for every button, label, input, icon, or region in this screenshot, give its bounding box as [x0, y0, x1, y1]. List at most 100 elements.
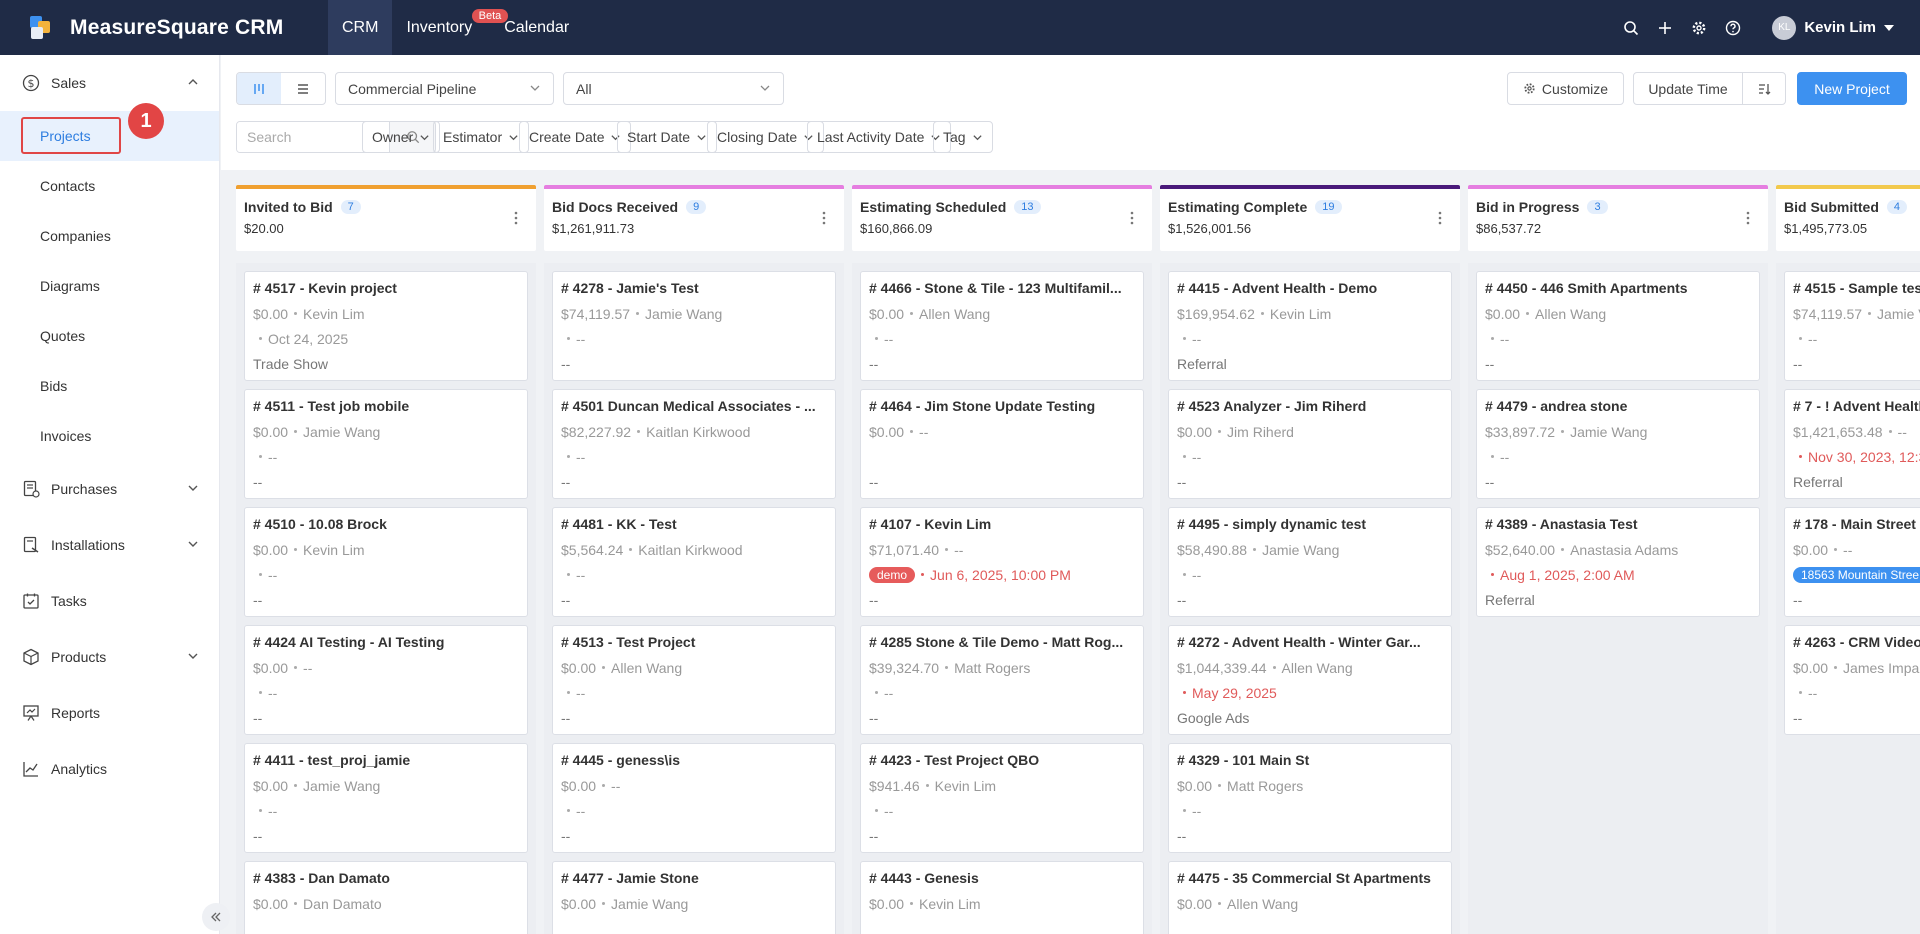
more-vertical-icon[interactable]: [822, 211, 826, 225]
sort-order-button[interactable]: [1742, 72, 1786, 105]
project-card[interactable]: # 4523 Analyzer - Jim Riherd $0.00 Jim Rih…: [1168, 389, 1452, 499]
project-card[interactable]: # 4481 - KK - Test $5,564.24 Kaitlan Kirkw…: [552, 507, 836, 617]
sidebar-group-purchases[interactable]: Purchases: [0, 461, 219, 517]
separator-dot: [259, 809, 262, 812]
separator-dot: [1260, 312, 1264, 315]
project-title: # 4464 - Jim Stone Update Testing: [869, 398, 1096, 414]
sidebar-item-quotes[interactable]: Quotes: [0, 311, 219, 361]
customize-button[interactable]: Customize: [1507, 72, 1624, 105]
chevron-down-icon: [419, 132, 430, 143]
project-card[interactable]: # 4423 - Test Project QBO $941.46 Kevin Li…: [860, 743, 1144, 853]
project-card[interactable]: # 4477 - Jamie Stone $0.00 Jamie Wang: [552, 861, 836, 934]
separator-dot: [1868, 312, 1872, 315]
sidebar-group-tasks[interactable]: Tasks: [0, 573, 219, 629]
user-menu[interactable]: KL Kevin Lim: [1772, 15, 1894, 40]
project-source: --: [561, 473, 571, 490]
project-card[interactable]: # 4513 - Test Project $0.00 Allen Wang -- --: [552, 625, 836, 735]
scope-select[interactable]: All: [563, 72, 784, 105]
new-project-button[interactable]: New Project: [1797, 72, 1907, 105]
sidebar-group-products[interactable]: Products: [0, 629, 219, 685]
more-vertical-icon[interactable]: [514, 211, 518, 225]
gear-icon[interactable]: [1682, 11, 1716, 45]
project-card[interactable]: # 7 - ! Advent Health $1,421,653.48 -- Nov …: [1784, 389, 1920, 499]
project-source: --: [253, 709, 263, 726]
project-card[interactable]: # 4285 Stone & Tile Demo - Matt Rog... $3…: [860, 625, 1144, 735]
dollar-circle-icon: $: [22, 74, 40, 92]
amount-owner-line: $0.00 Matt Rogers: [1177, 777, 1443, 794]
search-icon[interactable]: [1614, 11, 1648, 45]
project-card[interactable]: # 4464 - Jim Stone Update Testing $0.00 --…: [860, 389, 1144, 499]
project-card[interactable]: # 4450 - 446 Smith Apartments $0.00 Allen …: [1476, 271, 1760, 381]
project-date: --: [884, 684, 894, 701]
filter-owner[interactable]: Owner: [362, 121, 441, 153]
add-icon[interactable]: [1648, 11, 1682, 45]
sidebar-group-reports[interactable]: Reports: [0, 685, 219, 741]
project-card[interactable]: # 4466 - Stone & Tile - 123 Multifamil..…: [860, 271, 1144, 381]
filter-estimator[interactable]: Estimator: [433, 121, 530, 153]
project-card[interactable]: # 4424 AI Testing - AI Testing $0.00 -- -- -…: [244, 625, 528, 735]
project-card[interactable]: # 4443 - Genesis $0.00 Kevin Lim: [860, 861, 1144, 934]
project-owner: Jamie Wang: [611, 895, 689, 912]
project-card[interactable]: # 4389 - Anastasia Test $52,640.00 Anastas…: [1476, 507, 1760, 617]
project-card[interactable]: # 4263 - CRM Video $0.00 James Impall -- --: [1784, 625, 1920, 735]
filter-tag[interactable]: Tag: [933, 121, 993, 153]
project-card[interactable]: # 4383 - Dan Damato $0.00 Dan Damato: [244, 861, 528, 934]
separator-dot: [1272, 666, 1276, 669]
tag-date-line: Oct 24, 2025: [253, 330, 519, 347]
filter-create-date[interactable]: Create Date: [519, 121, 632, 153]
board-view-icon[interactable]: [237, 73, 281, 104]
stage-total: $160,866.09: [860, 221, 933, 236]
amount-owner-line: $58,490.88 Jamie Wang: [1177, 541, 1443, 558]
sidebar-item-companies[interactable]: Companies: [0, 211, 219, 261]
sidebar-group-label: Analytics: [51, 761, 108, 777]
project-card[interactable]: # 4510 - 10.08 Brock $0.00 Kevin Lim -- --: [244, 507, 528, 617]
project-card[interactable]: # 4479 - andrea stone $33,897.72 Jamie Wan…: [1476, 389, 1760, 499]
separator-dot: [910, 312, 914, 315]
sidebar-group-sales[interactable]: $ Sales: [0, 55, 219, 111]
filter-last-activity-date[interactable]: Last Activity Date: [807, 121, 952, 153]
collapse-sidebar-icon[interactable]: [202, 903, 230, 931]
help-icon[interactable]: [1716, 11, 1750, 45]
project-card[interactable]: # 4511 - Test job mobile $0.00 Jamie Wang -…: [244, 389, 528, 499]
project-owner: --: [919, 423, 929, 440]
project-card[interactable]: # 178 - Main Street $0.00 -- 18563 Mountain…: [1784, 507, 1920, 617]
tag-date-line: [561, 920, 827, 934]
app-logo[interactable]: MeasureSquare CRM: [0, 15, 328, 40]
project-card[interactable]: # 4329 - 101 Main St $0.00 Matt Rogers -- --: [1168, 743, 1452, 853]
more-vertical-icon[interactable]: [1130, 211, 1134, 225]
separator-dot: [1888, 430, 1892, 433]
more-vertical-icon[interactable]: [1438, 211, 1442, 225]
tab-crm[interactable]: CRM: [328, 0, 393, 55]
project-card[interactable]: # 4495 - simply dynamic test $58,490.88 Ja…: [1168, 507, 1452, 617]
project-title: # 4411 - test_proj_jamie: [253, 752, 411, 768]
sidebar-item-contacts[interactable]: Contacts: [0, 161, 219, 211]
project-card[interactable]: # 4107 - Kevin Lim $71,071.40 -- demo Jun 6,…: [860, 507, 1144, 617]
sort-field-button[interactable]: Update Time: [1633, 72, 1743, 105]
svg-text:$: $: [28, 77, 35, 90]
tab-inventory[interactable]: Inventory Beta: [392, 0, 509, 55]
project-card[interactable]: # 4475 - 35 Commercial St Apartments $0.0…: [1168, 861, 1452, 934]
separator-dot: [1561, 548, 1565, 551]
sidebar-group-installations[interactable]: Installations: [0, 517, 219, 573]
project-card[interactable]: # 4517 - Kevin project $0.00 Kevin Lim Oct …: [244, 271, 528, 381]
sidebar-item-bids[interactable]: Bids: [0, 361, 219, 411]
filter-start-date[interactable]: Start Date: [617, 121, 718, 153]
sidebar-item-invoices[interactable]: Invoices: [0, 411, 219, 461]
project-card[interactable]: # 4278 - Jamie's Test $74,119.57 Jamie Wan…: [552, 271, 836, 381]
project-card[interactable]: # 4411 - test_proj_jamie $0.00 Jamie Wang -…: [244, 743, 528, 853]
project-card[interactable]: # 4415 - Advent Health - Demo $169,954.62…: [1168, 271, 1452, 381]
more-vertical-icon[interactable]: [1746, 211, 1750, 225]
tab-calendar[interactable]: Calendar: [486, 0, 583, 55]
chevron-down-icon: [759, 81, 771, 97]
list-view-icon[interactable]: [281, 73, 325, 104]
project-card[interactable]: # 4445 - geness\is $0.00 -- -- --: [552, 743, 836, 853]
pipeline-select[interactable]: Commercial Pipeline: [335, 72, 554, 105]
sidebar-item-diagrams[interactable]: Diagrams: [0, 261, 219, 311]
sidebar-group-analytics[interactable]: Analytics: [0, 741, 219, 797]
project-card[interactable]: # 4272 - Advent Health - Winter Gar... $1…: [1168, 625, 1452, 735]
project-card[interactable]: # 4501 Duncan Medical Associates - ... $8…: [552, 389, 836, 499]
project-owner: Kaitlan Kirkwood: [646, 423, 751, 440]
sidebar-item-projects[interactable]: Projects: [0, 111, 219, 161]
project-amount: $0.00: [1793, 659, 1829, 676]
project-card[interactable]: # 4515 - Sample test $74,119.57 Jamie V ---…: [1784, 271, 1920, 381]
